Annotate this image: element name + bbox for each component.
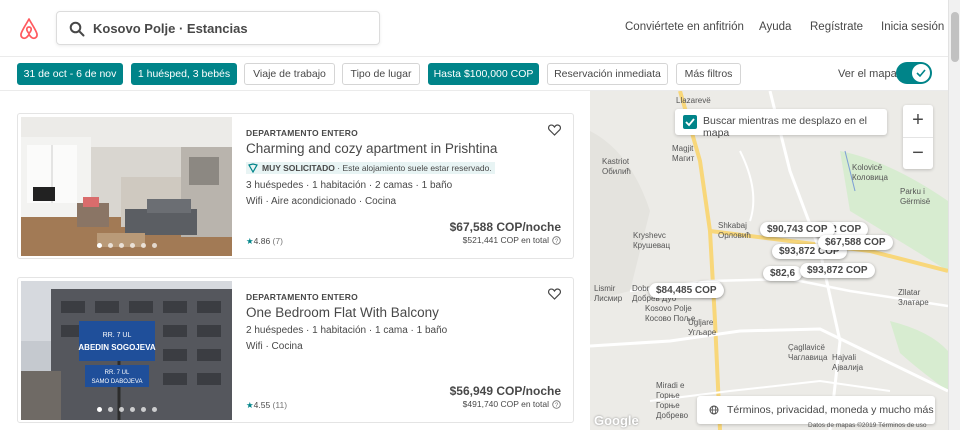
toggle-knob	[912, 64, 930, 82]
badge-icon	[248, 163, 258, 173]
listing-type: DEPARTAMENTO ENTERO	[246, 292, 358, 302]
map-panel[interactable]: Llazarevë Kastriot Обилић Magjit Магит S…	[590, 91, 948, 430]
map-place: Llazarevë	[676, 96, 711, 105]
map-place: Ugljare Угљаре	[688, 318, 717, 337]
work-trip-filter-chip[interactable]: Viaje de trabajo	[244, 63, 335, 85]
listing-type: DEPARTAMENTO ENTERO	[246, 128, 358, 138]
price-pin[interactable]: $82,6	[763, 266, 803, 281]
search-icon	[69, 21, 85, 37]
guests-filter-chip[interactable]: 1 huésped, 3 bebés	[131, 63, 237, 85]
sign-text: ABEDIN SOGOJEVA	[78, 343, 155, 352]
listing-rating: ★4.86 (7)	[246, 236, 283, 247]
apartment-interior-image	[21, 117, 232, 256]
zoom-out-button[interactable]: −	[903, 137, 933, 169]
map-place: Magjit Магит	[672, 144, 695, 163]
listing-card[interactable]: RR. 7 UL ABEDIN SOGOJEVA RR. 7 UL SAMO D…	[17, 277, 574, 423]
globe-icon	[709, 405, 719, 415]
price-pin[interactable]: $84,485 COP	[649, 283, 724, 298]
nightly-price: $56,949 COP/noche	[449, 384, 561, 398]
rating-value: 4.86	[253, 236, 271, 246]
place-type-filter-chip[interactable]: Tipo de lugar	[342, 63, 420, 85]
listing-title[interactable]: Charming and cozy apartment in Prishtina	[246, 141, 497, 156]
show-map-label: Ver el mapa	[838, 68, 897, 80]
search-as-map-moves-label: Buscar mientras me desplazo en el mapa	[703, 115, 867, 139]
listing-title[interactable]: One Bedroom Flat With Balcony	[246, 305, 439, 320]
map-terms-label: Términos, privacidad, moneda y mucho más	[727, 404, 934, 416]
airbnb-logo-icon[interactable]	[17, 17, 41, 41]
map-background	[590, 91, 948, 430]
info-icon[interactable]: ?	[552, 400, 561, 409]
map-place: Çagllavicë Чаглавица	[788, 343, 828, 362]
zoom-in-button[interactable]: +	[903, 105, 933, 137]
star-icon: ★	[246, 400, 254, 410]
map-copyright: Datos de mapas ©2019 Términos de uso	[808, 422, 927, 429]
photo-carousel-dots[interactable]	[21, 243, 232, 248]
google-logo: Google	[594, 413, 639, 428]
map-place: Parku i Gërmisë	[900, 187, 931, 206]
nav-log-in[interactable]: Inicia sesión	[881, 21, 944, 33]
instant-book-filter-chip[interactable]: Reservación inmediata	[547, 63, 668, 85]
listing-amenities: Wifi · Aire acondicionado · Cocina	[246, 196, 397, 207]
scrollbar-thumb[interactable]	[951, 12, 959, 62]
nightly-price: $67,588 COP/noche	[449, 220, 561, 234]
show-map-toggle[interactable]	[896, 62, 932, 84]
map-place: Kryshevc Крушевац	[633, 231, 671, 250]
more-filters-chip[interactable]: Más filtros	[676, 63, 741, 85]
page-scrollbar[interactable]	[948, 0, 960, 430]
save-heart-icon[interactable]	[548, 124, 561, 136]
map-place: Горње Добрево	[656, 401, 689, 420]
listing-rating: ★4.55 (11)	[246, 400, 287, 411]
total-price-text: $521,441 COP en total	[462, 235, 549, 245]
badge-text: · Este alojamiento suele estar reservado…	[334, 163, 492, 173]
listing-photo[interactable]	[21, 117, 232, 256]
search-as-map-moves[interactable]: Buscar mientras me desplazo en el mapa	[675, 109, 887, 139]
check-icon	[916, 69, 926, 78]
map-place: Kolovicë Коловица	[852, 163, 888, 182]
photo-carousel-dots[interactable]	[21, 407, 232, 412]
rating-value: 4.55	[253, 400, 271, 410]
review-count: (7)	[272, 236, 283, 246]
save-heart-icon[interactable]	[548, 288, 561, 300]
total-price: $521,441 COP en total ?	[463, 235, 561, 245]
listing-amenities: Wifi · Cocina	[246, 341, 303, 352]
top-header: Kosovo Polje · Estancias Conviértete en …	[0, 0, 948, 57]
map-place: Miradi e Горње	[656, 381, 685, 400]
dates-filter-chip[interactable]: 31 de oct - 6 de nov	[17, 63, 123, 85]
price-filter-chip[interactable]: Hasta $100,000 COP	[428, 63, 539, 85]
checkbox-checked[interactable]	[683, 115, 697, 129]
map-terms-button[interactable]: Términos, privacidad, moneda y mucho más	[697, 396, 935, 424]
map-place: Zllatar Златаре	[898, 288, 929, 307]
nav-sign-up[interactable]: Regístrate	[810, 21, 863, 33]
map-place: Hajvali Ајвалија	[832, 353, 864, 372]
sign-text: RR. 7 UL	[105, 370, 130, 376]
review-count: (11)	[272, 400, 288, 410]
filter-bar: 31 de oct - 6 de nov 1 huésped, 3 bebés …	[0, 57, 948, 91]
badge-strong: MUY SOLICITADO	[262, 163, 335, 173]
map-place: Lismir Лисмир	[594, 284, 623, 303]
zoom-controls: + −	[903, 105, 933, 169]
map-place: Kastriot Обилић	[602, 157, 631, 176]
total-price: $491,740 COP en total ?	[463, 399, 561, 409]
price-pin[interactable]: $67,588 COP	[818, 235, 893, 250]
nav-become-host[interactable]: Conviértete en anfitrión	[625, 21, 744, 33]
listing-details: 2 huéspedes · 1 habitación · 1 cama · 1 …	[246, 325, 448, 336]
listing-card[interactable]: DEPARTAMENTO ENTERO Charming and cozy ap…	[17, 113, 574, 259]
star-icon: ★	[246, 236, 254, 246]
search-value: Kosovo Polje · Estancias	[93, 21, 248, 36]
total-price-text: $491,740 COP en total	[462, 399, 549, 409]
listing-details: 3 huéspedes · 1 habitación · 2 camas · 1…	[246, 180, 453, 191]
popular-badge: MUY SOLICITADO · Este alojamiento suele …	[246, 162, 495, 174]
search-bar[interactable]: Kosovo Polje · Estancias	[56, 11, 380, 45]
info-icon[interactable]: ?	[552, 236, 561, 245]
price-pin[interactable]: $93,872 COP	[800, 263, 875, 278]
sign-text: RR. 7 UL	[103, 332, 132, 339]
street-building-image: RR. 7 UL ABEDIN SOGOJEVA RR. 7 UL SAMO D…	[21, 281, 232, 420]
check-icon	[685, 118, 695, 127]
listing-photo[interactable]: RR. 7 UL ABEDIN SOGOJEVA RR. 7 UL SAMO D…	[21, 281, 232, 420]
sign-text: SAMO DABOJEVA	[92, 379, 143, 385]
map-place: Shkabaj Орловић	[718, 221, 751, 240]
nav-help[interactable]: Ayuda	[759, 21, 791, 33]
